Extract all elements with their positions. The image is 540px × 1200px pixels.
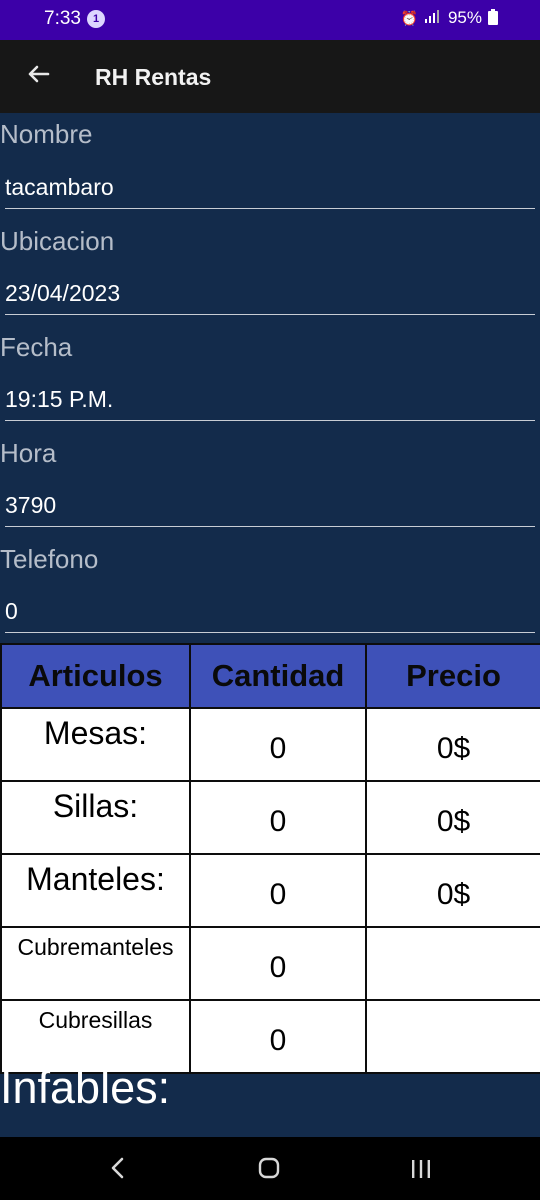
field-label-telefono: Telefono xyxy=(0,544,99,574)
price-cell: 0$ xyxy=(365,707,540,782)
battery-icon xyxy=(488,8,498,28)
field-label-nombre: Nombre xyxy=(0,119,93,149)
notification-badge: 1 xyxy=(87,10,105,28)
quantity-cell[interactable]: 0 xyxy=(189,780,367,855)
price-cell: 0$ xyxy=(365,780,540,855)
header-cantidad: Cantidad xyxy=(189,643,367,709)
system-nav-bar xyxy=(0,1137,540,1200)
field-input-hora[interactable]: 3790 xyxy=(5,492,56,519)
signal-icon xyxy=(424,9,442,27)
nav-back-icon[interactable] xyxy=(107,1157,129,1179)
quantity-cell[interactable]: 0 xyxy=(189,707,367,782)
table-header-row: Articulos Cantidad Precio xyxy=(0,643,540,709)
header-precio: Precio xyxy=(365,643,540,709)
field-underline xyxy=(5,526,535,527)
items-table: Articulos Cantidad Precio Mesas: 0 0$ Si… xyxy=(0,643,540,1074)
field-label-hora: Hora xyxy=(0,438,57,468)
article-cell: Mesas: xyxy=(0,707,191,782)
article-cell: Sillas: xyxy=(0,780,191,855)
app-bar: RH Rentas xyxy=(0,40,540,113)
status-time: 7:33 xyxy=(44,8,81,29)
quantity-cell[interactable]: 0 xyxy=(189,853,367,928)
quantity-cell[interactable]: 0 xyxy=(189,926,367,1001)
battery-percent: 95% xyxy=(447,8,482,27)
price-cell xyxy=(365,926,540,1001)
alarm-icon: ⏰ xyxy=(400,9,418,26)
quantity-cell[interactable]: 0 xyxy=(189,999,367,1074)
status-icons: ⏰ 95% xyxy=(401,8,498,28)
nav-home-icon[interactable] xyxy=(258,1157,280,1179)
arrow-left-icon[interactable] xyxy=(22,58,54,90)
field-input-nombre[interactable]: tacambaro xyxy=(5,174,114,201)
table-row: Manteles: 0 0$ xyxy=(0,853,540,928)
field-underline xyxy=(5,314,535,315)
field-label-ubicacion: Ubicacion xyxy=(0,226,115,256)
status-bar: 7:33 1 ⏰ 95% xyxy=(0,0,540,40)
table-row: Cubremanteles 0 xyxy=(0,926,540,1001)
field-label-fecha: Fecha xyxy=(0,332,73,362)
field-input-telefono[interactable]: 0 xyxy=(5,598,18,625)
field-input-ubicacion[interactable]: 23/04/2023 xyxy=(5,280,120,307)
header-articulos: Articulos xyxy=(0,643,191,709)
article-cell: Manteles: xyxy=(0,853,191,928)
field-underline xyxy=(5,208,535,209)
price-cell xyxy=(365,999,540,1074)
table-row: Sillas: 0 0$ xyxy=(0,780,540,855)
table-row: Mesas: 0 0$ xyxy=(0,707,540,782)
field-underline xyxy=(5,632,535,633)
section-title-inflables: Infables: xyxy=(0,1062,171,1113)
nav-recent-icon[interactable] xyxy=(410,1159,432,1179)
app-title: RH Rentas xyxy=(95,64,212,90)
article-cell: Cubremanteles xyxy=(0,926,191,1001)
price-cell: 0$ xyxy=(365,853,540,928)
field-underline xyxy=(5,420,535,421)
field-input-fecha[interactable]: 19:15 P.M. xyxy=(5,386,113,413)
